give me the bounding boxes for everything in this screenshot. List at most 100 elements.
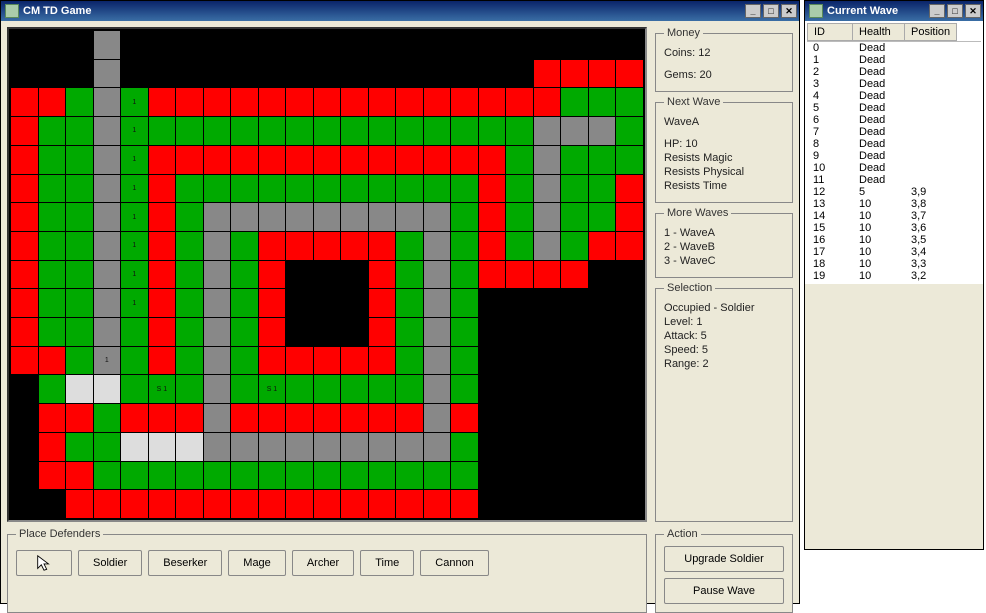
grid-cell[interactable]: [451, 232, 478, 260]
grid-cell[interactable]: [314, 261, 341, 289]
grid-cell[interactable]: [231, 88, 258, 116]
grid-cell[interactable]: [479, 462, 506, 490]
grid-cell[interactable]: [231, 232, 258, 260]
grid-cell[interactable]: [66, 375, 93, 403]
grid-cell[interactable]: [589, 404, 616, 432]
grid-cell[interactable]: [11, 289, 38, 317]
grid-cell[interactable]: [506, 404, 533, 432]
grid-cell[interactable]: [341, 88, 368, 116]
grid-cell[interactable]: [231, 203, 258, 231]
wave-row[interactable]: 1Dead: [807, 54, 981, 66]
grid-cell[interactable]: [94, 375, 121, 403]
grid-cell[interactable]: [369, 433, 396, 461]
grid-cell[interactable]: [231, 318, 258, 346]
wave-row[interactable]: 2Dead: [807, 66, 981, 78]
grid-cell[interactable]: [424, 347, 451, 375]
grid-cell[interactable]: [424, 203, 451, 231]
grid-cell[interactable]: [259, 404, 286, 432]
grid-cell[interactable]: [286, 318, 313, 346]
wave-row[interactable]: 17103,4: [807, 246, 981, 258]
grid-cell[interactable]: [424, 289, 451, 317]
grid-cell[interactable]: [94, 404, 121, 432]
grid-cell[interactable]: [506, 462, 533, 490]
grid-cell[interactable]: [506, 31, 533, 59]
grid-cell[interactable]: [341, 347, 368, 375]
grid-cell[interactable]: [176, 261, 203, 289]
grid-cell[interactable]: [176, 404, 203, 432]
grid-cell[interactable]: [231, 375, 258, 403]
grid-cell[interactable]: [286, 60, 313, 88]
grid-cell[interactable]: [424, 490, 451, 518]
grid-cell[interactable]: [286, 31, 313, 59]
grid-cell[interactable]: 1: [121, 203, 148, 231]
grid-cell[interactable]: [11, 31, 38, 59]
grid-cell[interactable]: [149, 60, 176, 88]
grid-cell[interactable]: [11, 203, 38, 231]
cursor-button[interactable]: [16, 550, 72, 576]
grid-cell[interactable]: [11, 60, 38, 88]
grid-cell[interactable]: [369, 261, 396, 289]
grid-cell[interactable]: [149, 318, 176, 346]
grid-cell[interactable]: [506, 117, 533, 145]
grid-cell[interactable]: [396, 261, 423, 289]
grid-cell[interactable]: [94, 261, 121, 289]
grid-cell[interactable]: [589, 146, 616, 174]
grid-cell[interactable]: [204, 462, 231, 490]
wave-row[interactable]: 0Dead: [807, 42, 981, 54]
grid-cell[interactable]: [121, 60, 148, 88]
grid-cell[interactable]: [11, 347, 38, 375]
grid-cell[interactable]: [479, 203, 506, 231]
grid-cell[interactable]: [176, 289, 203, 317]
grid-cell[interactable]: [314, 347, 341, 375]
grid-cell[interactable]: [424, 261, 451, 289]
grid-cell[interactable]: [11, 433, 38, 461]
grid-cell[interactable]: [286, 289, 313, 317]
grid-cell[interactable]: [451, 261, 478, 289]
grid-cell[interactable]: [561, 175, 588, 203]
grid-cell[interactable]: 1: [94, 347, 121, 375]
grid-cell[interactable]: [39, 433, 66, 461]
grid-cell[interactable]: [369, 289, 396, 317]
grid-cell[interactable]: [341, 232, 368, 260]
grid-cell[interactable]: [149, 88, 176, 116]
grid-cell[interactable]: [561, 375, 588, 403]
grid-cell[interactable]: [176, 175, 203, 203]
grid-cell[interactable]: [479, 232, 506, 260]
grid-cell[interactable]: [479, 175, 506, 203]
grid-cell[interactable]: [451, 375, 478, 403]
grid-cell[interactable]: [589, 347, 616, 375]
grid-cell[interactable]: [506, 88, 533, 116]
grid-cell[interactable]: [149, 347, 176, 375]
grid-cell[interactable]: [534, 462, 561, 490]
wave-row[interactable]: 6Dead: [807, 114, 981, 126]
grid-cell[interactable]: [589, 261, 616, 289]
grid-cell[interactable]: [286, 433, 313, 461]
grid-cell[interactable]: [39, 261, 66, 289]
grid-cell[interactable]: [286, 261, 313, 289]
grid-cell[interactable]: [506, 347, 533, 375]
grid-cell[interactable]: [149, 146, 176, 174]
grid-cell[interactable]: [341, 404, 368, 432]
grid-cell[interactable]: [396, 404, 423, 432]
defender-button-archer[interactable]: Archer: [292, 550, 354, 576]
grid-cell[interactable]: [589, 203, 616, 231]
grid-cell[interactable]: S 1: [149, 375, 176, 403]
grid-cell[interactable]: [39, 347, 66, 375]
grid-cell[interactable]: [479, 146, 506, 174]
grid-cell[interactable]: [616, 117, 643, 145]
grid-cell[interactable]: [204, 203, 231, 231]
grid-cell[interactable]: [424, 60, 451, 88]
grid-cell[interactable]: [286, 462, 313, 490]
grid-cell[interactable]: [616, 490, 643, 518]
grid-cell[interactable]: [479, 433, 506, 461]
grid-cell[interactable]: [341, 433, 368, 461]
grid-cell[interactable]: [204, 146, 231, 174]
grid-cell[interactable]: [561, 347, 588, 375]
grid-cell[interactable]: [259, 203, 286, 231]
grid-cell[interactable]: [314, 462, 341, 490]
grid-cell[interactable]: [616, 203, 643, 231]
grid-cell[interactable]: [424, 175, 451, 203]
grid-cell[interactable]: [479, 117, 506, 145]
grid-cell[interactable]: 1: [121, 261, 148, 289]
maximize-button[interactable]: □: [763, 4, 779, 18]
